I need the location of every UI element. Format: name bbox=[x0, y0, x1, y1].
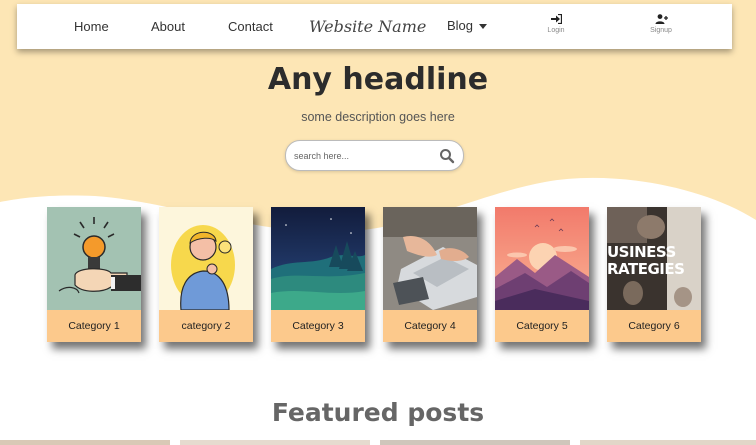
business-strategies-photo: USINESS RATEGIES bbox=[607, 207, 701, 310]
lightbulb-hand-illustration bbox=[47, 207, 141, 310]
chevron-down-icon bbox=[479, 24, 488, 30]
nav-about-link[interactable]: About bbox=[151, 19, 185, 34]
nav-blog-dropdown[interactable]: Blog bbox=[447, 18, 488, 33]
category-label-6: Category 6 bbox=[607, 310, 701, 342]
featured-post-preview bbox=[180, 440, 370, 445]
business-strategies-text: USINESS RATEGIES bbox=[607, 243, 685, 278]
featured-post-preview bbox=[380, 440, 570, 445]
nav-contact-link[interactable]: Contact bbox=[228, 19, 273, 34]
navbar: Home About Contact Website Name Blog Log… bbox=[17, 4, 732, 49]
search-input[interactable] bbox=[294, 148, 434, 164]
category-label-3: Category 3 bbox=[271, 310, 365, 342]
category-card-3[interactable]: Category 3 bbox=[271, 207, 365, 342]
login-button[interactable]: Login bbox=[536, 14, 576, 34]
login-label: Login bbox=[547, 27, 565, 34]
signup-button[interactable]: Signup bbox=[641, 14, 681, 34]
category-card-5[interactable]: Category 5 bbox=[495, 207, 589, 342]
page-headline: Any headline bbox=[267, 62, 489, 97]
laptop-typing-photo bbox=[383, 207, 477, 310]
search-bar bbox=[285, 140, 464, 171]
category-card-6[interactable]: USINESS RATEGIES Category 6 bbox=[607, 207, 701, 342]
featured-posts-heading: Featured posts bbox=[271, 398, 485, 427]
login-icon bbox=[550, 14, 562, 24]
category-label-2: category 2 bbox=[159, 310, 253, 342]
nav-home-link[interactable]: Home bbox=[74, 19, 109, 34]
search-icon[interactable] bbox=[439, 148, 455, 164]
brand-logo[interactable]: Website Name bbox=[309, 17, 426, 36]
category-card-2[interactable]: category 2 bbox=[159, 207, 253, 342]
nav-blog-label: Blog bbox=[447, 18, 474, 33]
sunset-mountains-illustration bbox=[495, 207, 589, 310]
user-plus-icon bbox=[655, 14, 668, 24]
page-description: some description goes here bbox=[301, 110, 455, 124]
thinking-man-illustration bbox=[159, 207, 253, 310]
featured-post-preview bbox=[580, 440, 756, 445]
category-label-1: Category 1 bbox=[47, 310, 141, 342]
featured-post-preview bbox=[0, 440, 170, 445]
category-label-4: Category 4 bbox=[383, 310, 477, 342]
category-card-1[interactable]: Category 1 bbox=[47, 207, 141, 342]
category-card-4[interactable]: Category 4 bbox=[383, 207, 477, 342]
category-label-5: Category 5 bbox=[495, 310, 589, 342]
night-forest-landscape bbox=[271, 207, 365, 310]
signup-label: Signup bbox=[650, 27, 672, 34]
